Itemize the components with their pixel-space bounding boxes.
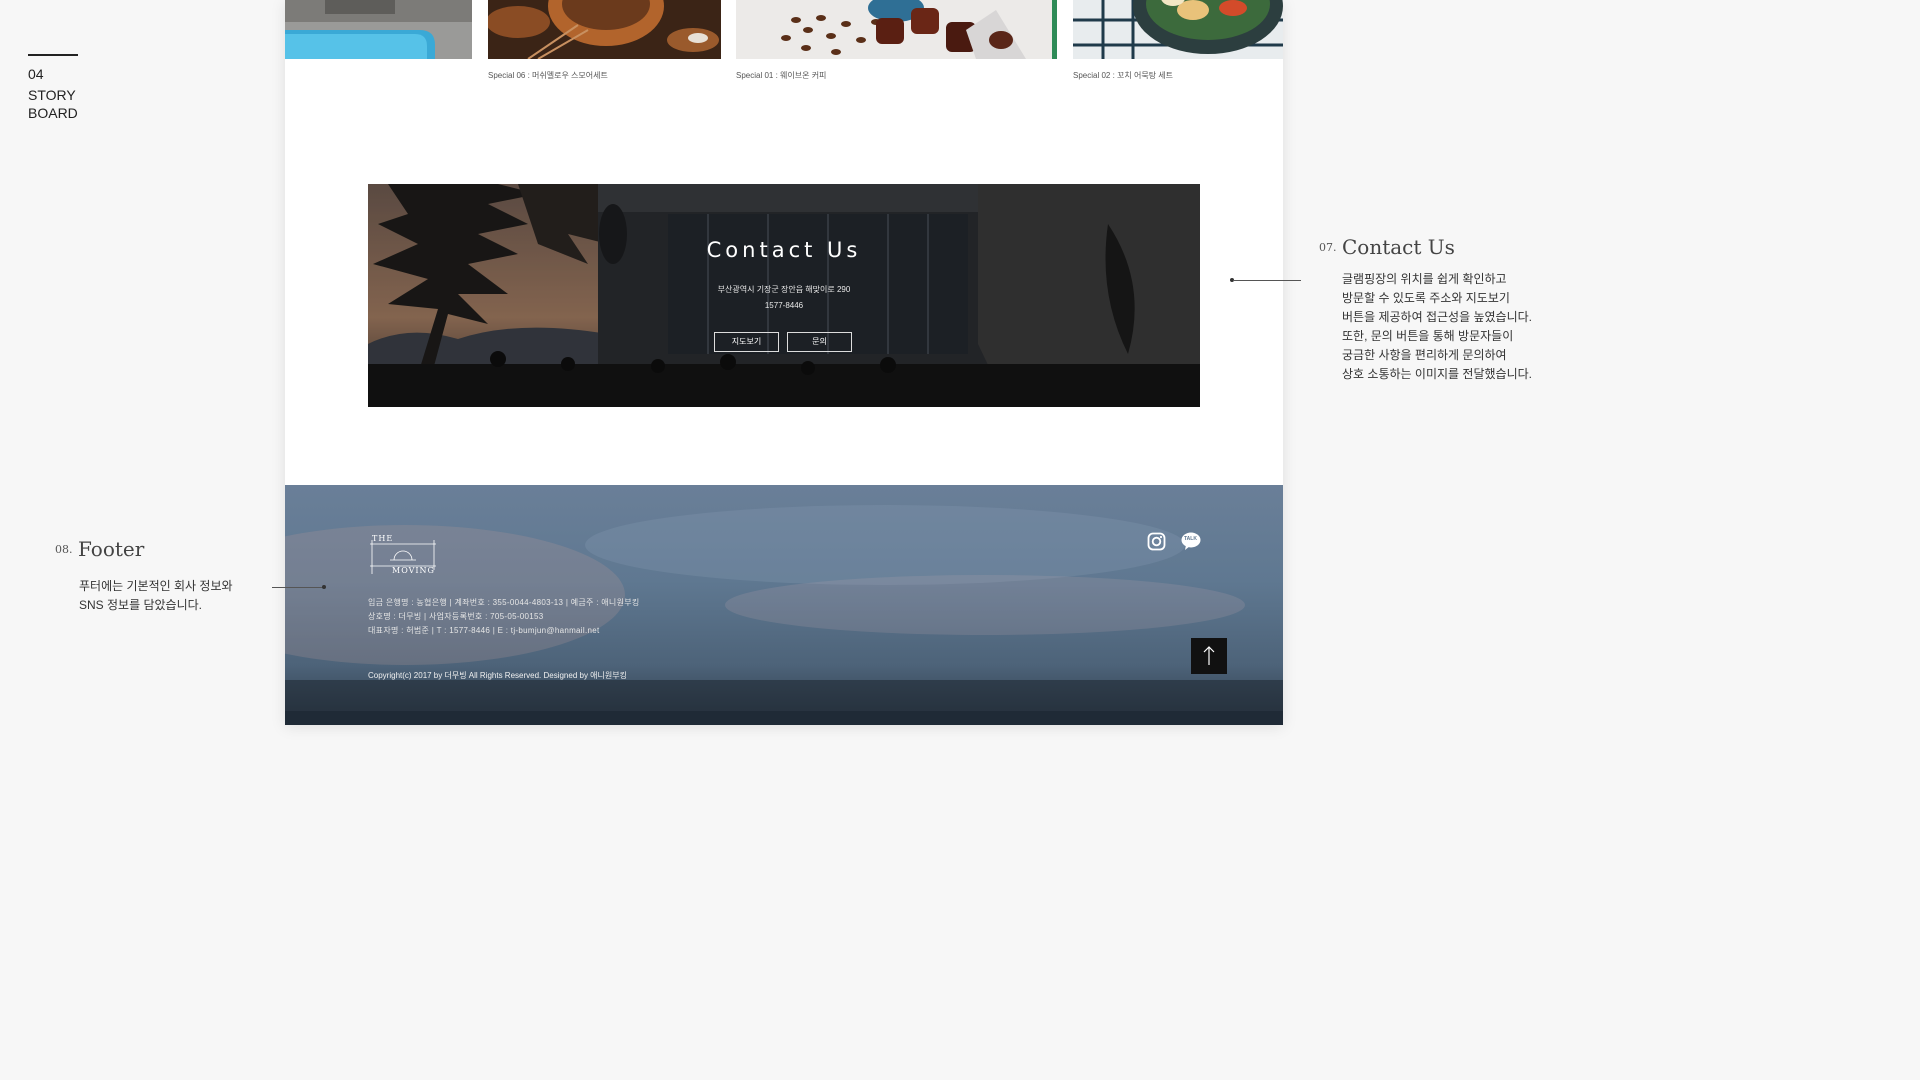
contact-banner: Contact Us 부산광역시 기장군 장안읍 해맞이로 290 1577-8… bbox=[368, 184, 1200, 407]
kakaotalk-icon[interactable]: TALK bbox=[1181, 532, 1201, 550]
contact-address: 부산광역시 기장군 장안읍 해맞이로 290 bbox=[717, 285, 851, 294]
page-mockup: Special 06 : 머쉬멜로우 스모어세트 Special 01 : 웨이… bbox=[285, 0, 1283, 725]
logo-text-moving: MOVING bbox=[392, 566, 435, 575]
annotation-contact-description: 글램핑장의 위치를 쉽게 확인하고 방문할 수 있도록 주소와 지도보기 버튼을… bbox=[1342, 272, 1532, 381]
annotation-contact-number: 07. bbox=[1319, 241, 1337, 254]
kakaotalk-label: TALK bbox=[1184, 536, 1197, 542]
footer-copyright: Copyright(c) 2017 by 더무빙 All Rights Rese… bbox=[368, 671, 627, 680]
footer-bank-info: 입금 은행명 : 농협은행 | 계좌번호 : 355-0044-4803-13 … bbox=[368, 598, 640, 607]
thumb-pool[interactable] bbox=[285, 0, 472, 59]
gallery-caption: Special 01 : 웨이브온 커피 bbox=[736, 71, 827, 80]
instagram-icon[interactable] bbox=[1147, 532, 1166, 551]
inquiry-button[interactable]: 문의 bbox=[787, 332, 852, 352]
annotation-footer-description: 푸터에는 기본적인 회사 정보와 SNS 정보를 담았습니다. bbox=[79, 579, 233, 612]
thumb-fishcake-set[interactable] bbox=[1073, 0, 1283, 59]
contact-background-image bbox=[368, 184, 1200, 407]
coffee-image bbox=[736, 0, 1057, 59]
footer-contact-info: 대표자명 : 허범준 | T : 1577-8446 | E : tj-bumj… bbox=[368, 626, 600, 635]
storyboard-number: 04 bbox=[28, 66, 44, 82]
annotation-connector-line bbox=[1233, 280, 1301, 281]
annotation-contact-title: Contact Us bbox=[1342, 235, 1455, 259]
contact-phone: 1577-8446 bbox=[764, 301, 804, 310]
gallery-caption: Special 06 : 머쉬멜로우 스모어세트 bbox=[488, 71, 608, 80]
thumb-smore-set[interactable] bbox=[488, 0, 721, 59]
annotation-pointer-dot bbox=[322, 585, 326, 589]
thumb-coffee[interactable] bbox=[736, 0, 1057, 59]
annotation-connector-line bbox=[272, 587, 323, 588]
footer-company-info: 상호명 : 더무빙 | 사업자등록번호 : 705-05-00153 bbox=[368, 612, 544, 621]
fishcake-image bbox=[1073, 0, 1283, 59]
footer-logo[interactable]: THE MOVING bbox=[368, 532, 440, 576]
contact-title: Contact Us bbox=[706, 238, 862, 262]
gallery-caption: Special 02 : 꼬치 어묵탕 세트 bbox=[1073, 71, 1173, 80]
storyboard-label: STORY BOARD bbox=[28, 87, 78, 121]
pool-image bbox=[285, 0, 472, 59]
back-to-top-button[interactable] bbox=[1191, 638, 1227, 674]
footer: THE MOVING 입금 은행명 : 농협은행 | 계좌번호 : 355-00… bbox=[285, 485, 1283, 725]
arrow-up-icon bbox=[1203, 646, 1215, 665]
smore-image bbox=[488, 0, 721, 59]
map-button[interactable]: 지도보기 bbox=[714, 332, 779, 352]
logo-text-the: THE bbox=[372, 534, 394, 543]
storyboard-rule bbox=[28, 54, 78, 56]
annotation-footer-title: Footer bbox=[78, 537, 145, 561]
annotation-footer-number: 08. bbox=[55, 543, 73, 556]
